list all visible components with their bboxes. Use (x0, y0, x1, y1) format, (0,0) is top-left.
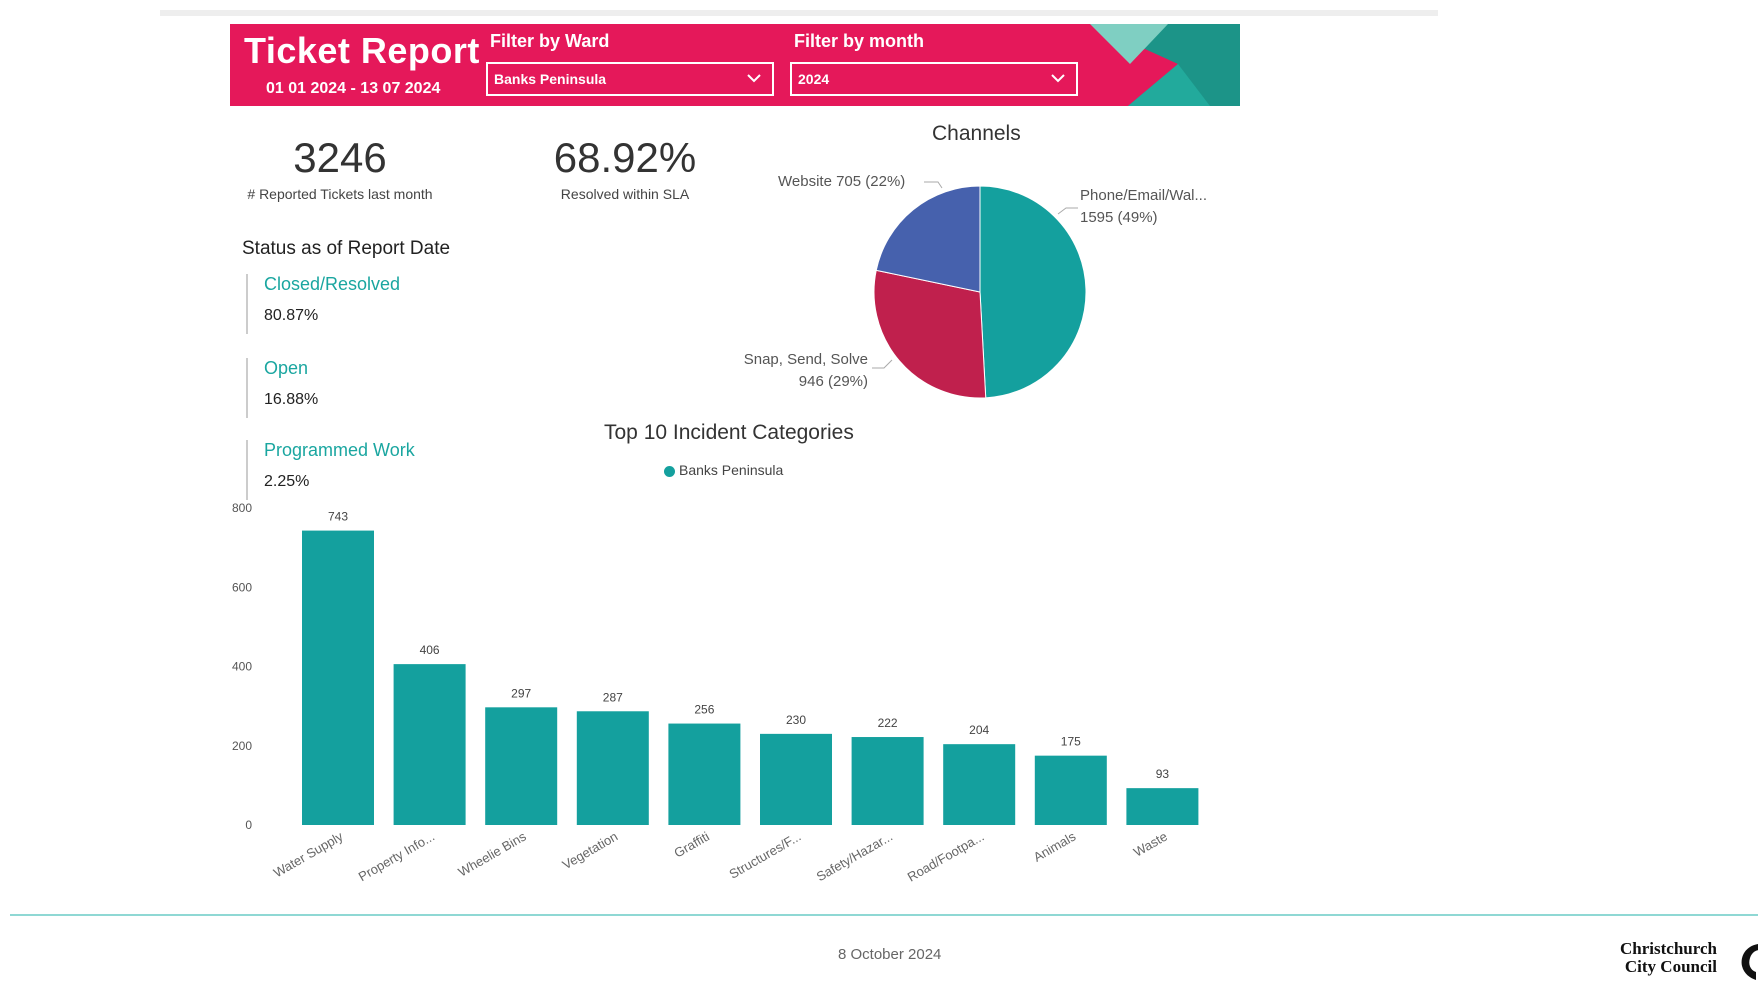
x-tick-label: Waste (1131, 829, 1170, 860)
x-tick-label: Wheelie Bins (455, 828, 529, 879)
y-tick-label: 600 (232, 580, 252, 594)
bar-value-label: 256 (694, 703, 714, 717)
bar (393, 664, 466, 825)
bar (943, 744, 1016, 825)
council-logo-text: Christchurch City Council (1620, 940, 1717, 976)
bar-value-label: 175 (1061, 735, 1081, 749)
x-tick-label: Road/Footpa... (905, 829, 987, 885)
y-tick-label: 0 (245, 818, 252, 832)
footer-date: 8 October 2024 (838, 946, 942, 963)
x-tick-label: Safety/Hazar... (814, 829, 895, 885)
bar-value-label: 287 (603, 690, 623, 704)
y-tick-label: 800 (232, 501, 252, 515)
logo-line1: Christchurch (1620, 939, 1717, 958)
bar-value-label: 297 (511, 686, 531, 700)
bar (576, 711, 649, 825)
bar-value-label: 406 (420, 643, 440, 657)
bar-value-label: 230 (786, 713, 806, 727)
bar-value-label: 743 (328, 510, 348, 524)
bar (851, 737, 924, 825)
bar-value-label: 222 (878, 716, 898, 730)
y-tick-label: 200 (232, 739, 252, 753)
council-logo-icon (1741, 944, 1758, 980)
x-tick-label: Property Info... (356, 829, 437, 885)
y-tick-label: 400 (232, 660, 252, 674)
bar (668, 723, 741, 825)
x-tick-label: Animals (1031, 828, 1079, 864)
x-tick-label: Structures/F... (727, 829, 804, 882)
bar-value-label: 93 (1156, 767, 1170, 781)
bar-value-label: 204 (969, 723, 989, 737)
bar (302, 530, 374, 825)
logo-line2: City Council (1624, 957, 1717, 976)
bar (1126, 788, 1199, 825)
x-tick-label: Graffiti (671, 829, 712, 861)
x-tick-label: Vegetation (560, 829, 621, 873)
bar (760, 733, 832, 825)
footer-divider (10, 914, 1758, 916)
bar (1034, 755, 1107, 825)
incident-bar-chart: 0 200 400 600 800 743 Water Supply 406 Property … (232, 501, 1199, 885)
x-tick-label: Water Supply (271, 828, 346, 880)
bar (485, 707, 558, 825)
